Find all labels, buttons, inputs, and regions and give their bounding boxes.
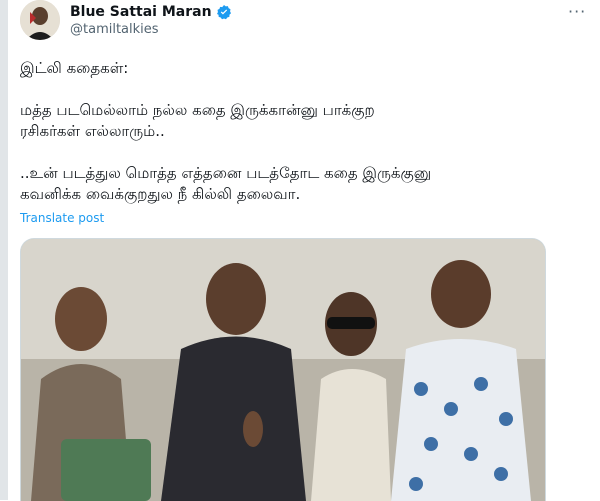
- post-text-line: ..உன் படத்துல மொத்த எத்தனை படத்தோட கதை இ…: [20, 164, 432, 182]
- translate-post-link[interactable]: Translate post: [20, 211, 104, 225]
- left-rail: [0, 0, 8, 500]
- display-name[interactable]: Blue Sattai Maran: [70, 4, 212, 20]
- author-name-row[interactable]: Blue Sattai Maran: [70, 4, 232, 20]
- verified-badge-icon: [216, 5, 231, 20]
- line-break: [20, 79, 560, 100]
- more-horizontal-icon[interactable]: ···: [568, 2, 586, 21]
- post-text-line: கவனிக்க வைக்குறதுல நீ கில்லி தலைவா.: [20, 185, 301, 203]
- post-text-line: இட்லி கதைகள்:: [20, 59, 129, 77]
- author-handle[interactable]: @tamiltalkies: [70, 22, 159, 37]
- movie-still-illustration: [21, 239, 545, 501]
- post-media-image[interactable]: [20, 238, 546, 501]
- line-break: [20, 142, 560, 163]
- post-text: இட்லி கதைகள்: மத்த படமெல்லாம் நல்ல கதை இ…: [20, 58, 560, 205]
- post-text-line: ரசிகர்கள் எல்லாரும்..: [20, 122, 165, 140]
- avatar[interactable]: [20, 0, 60, 40]
- post-text-line: மத்த படமெல்லாம் நல்ல கதை இருக்கான்னு பாக…: [20, 101, 375, 119]
